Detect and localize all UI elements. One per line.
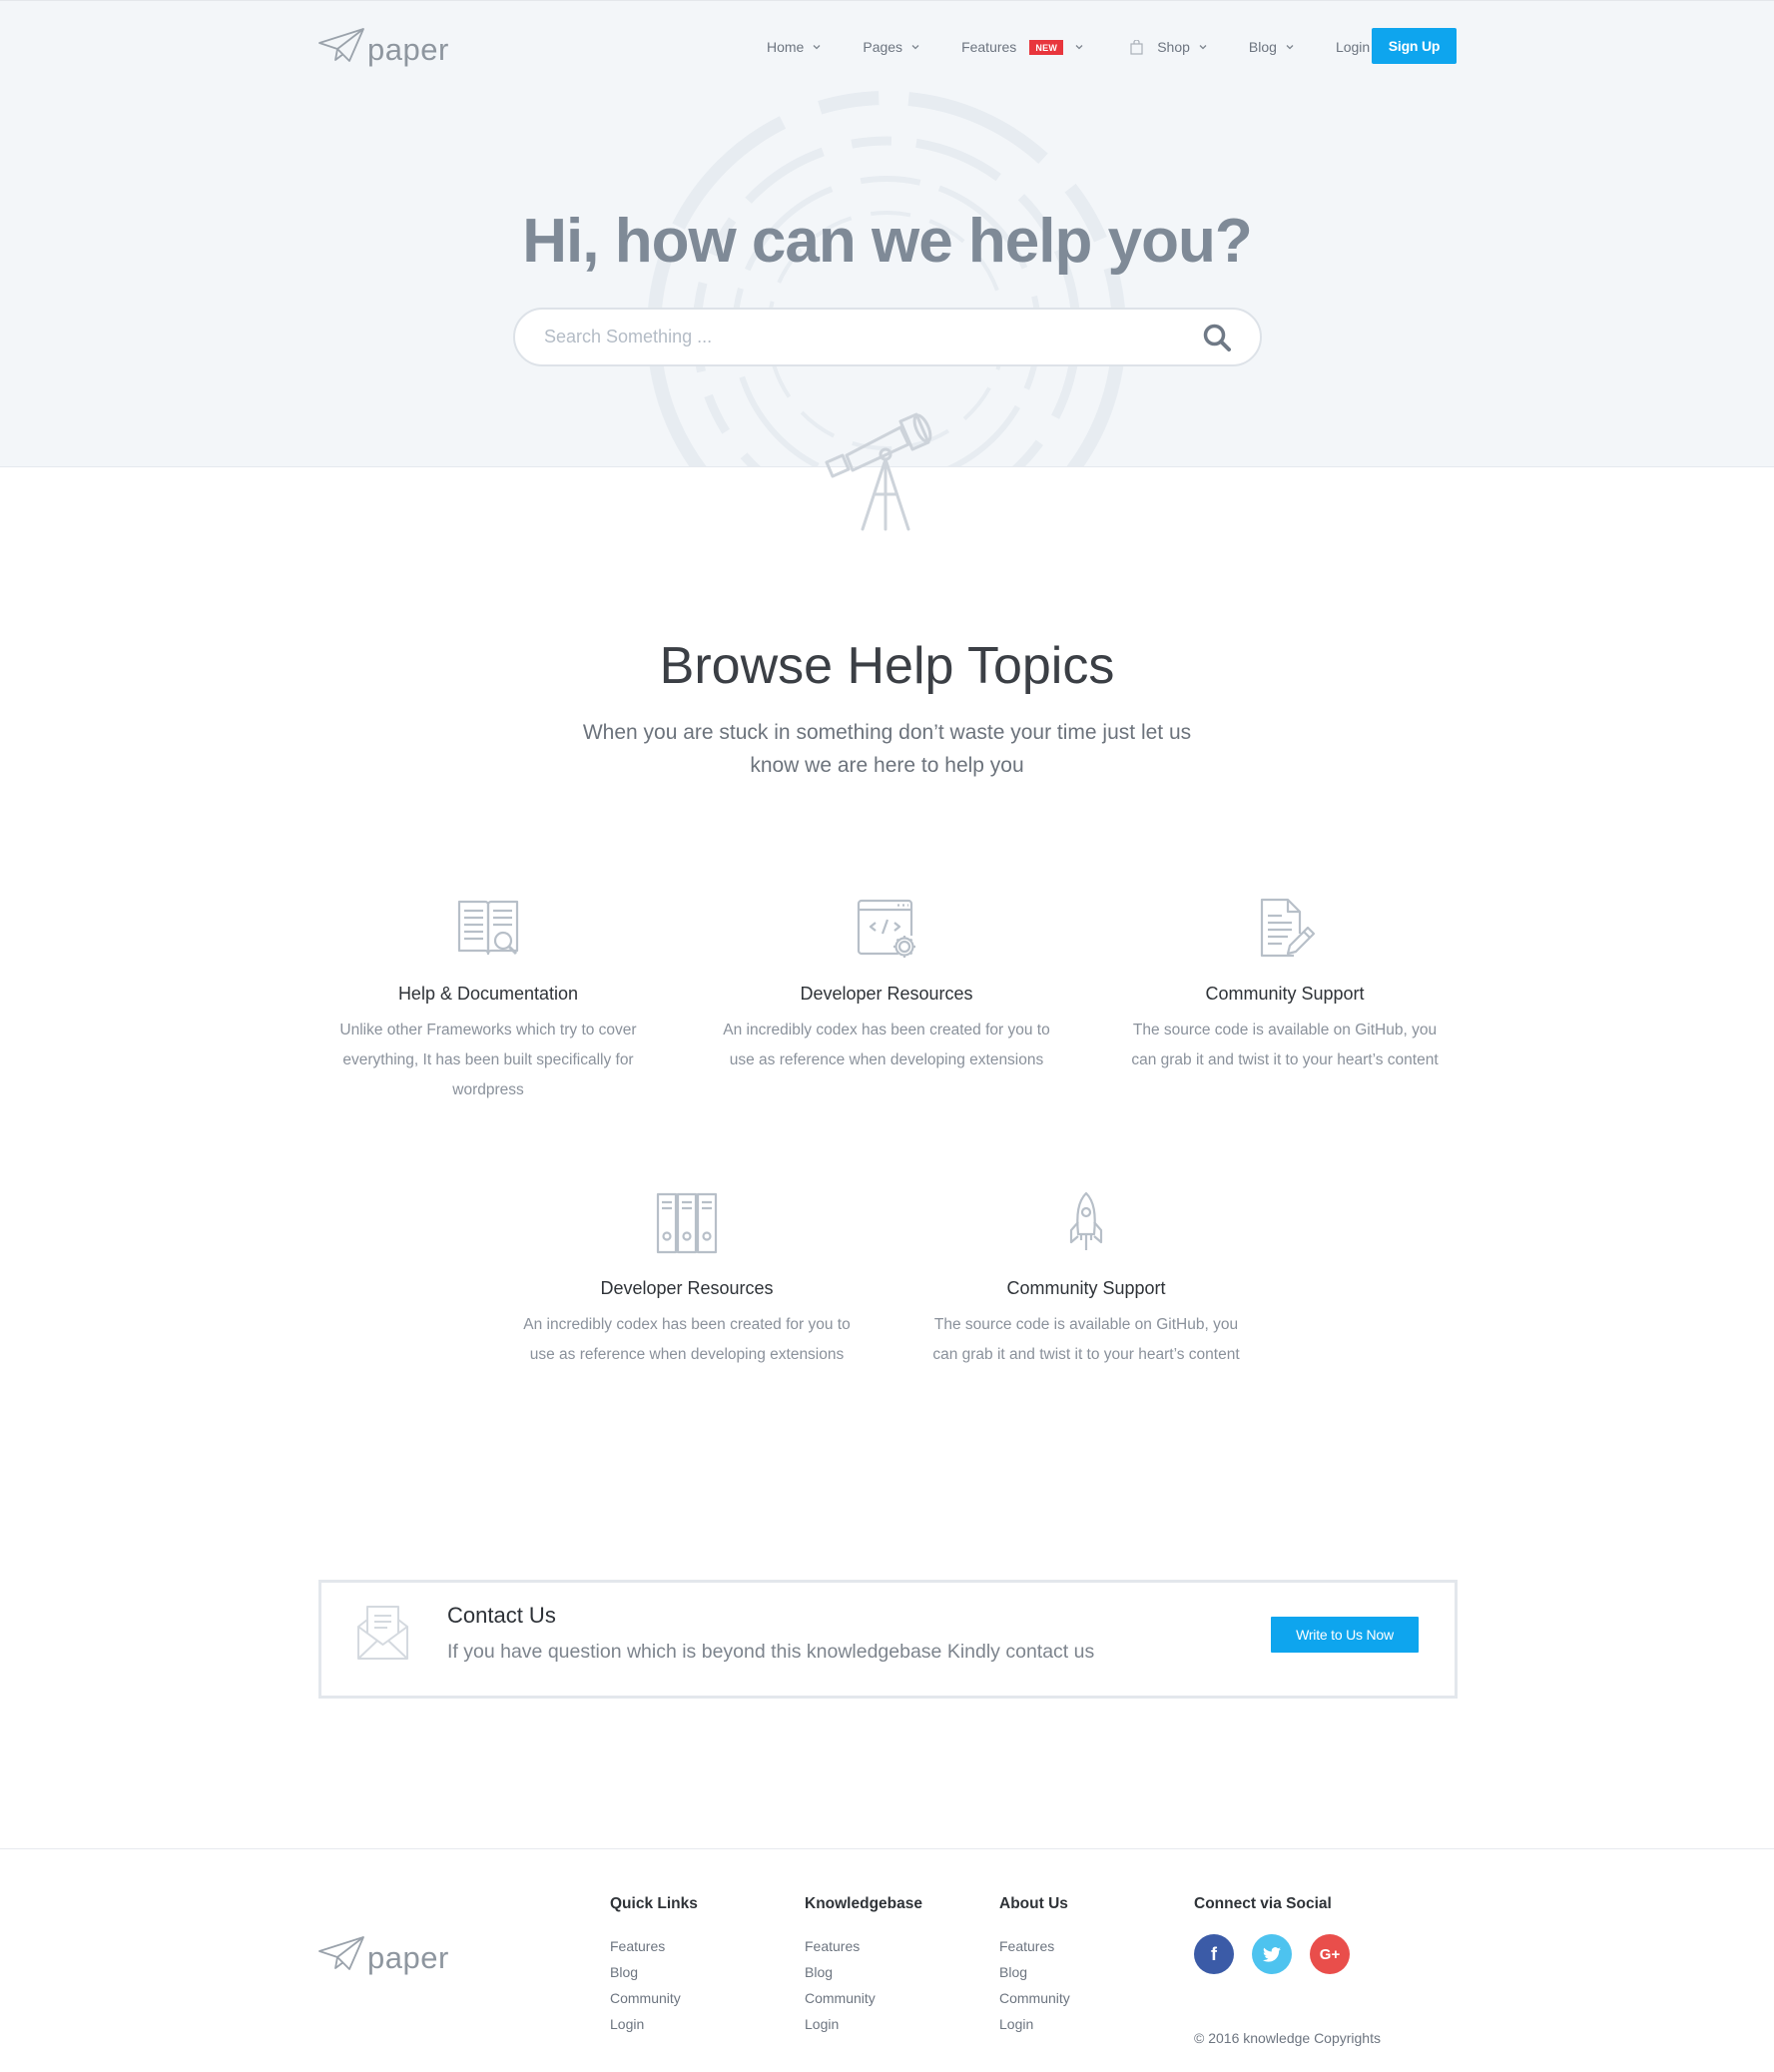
- footer-link[interactable]: Blog: [805, 1959, 922, 1985]
- topic-desc: The source code is available on GitHub, …: [932, 1316, 1240, 1363]
- footer-link[interactable]: Login: [805, 2011, 922, 2037]
- search-icon[interactable]: [1202, 323, 1232, 352]
- footer-col-social: Connect via Social f G+: [1194, 1895, 1350, 1974]
- copyright: © 2016 knowledge Copyrights: [1194, 2030, 1381, 2046]
- nav-shop-label: Shop: [1157, 39, 1190, 55]
- topic-desc: An incredibly codex has been created for…: [723, 1022, 1050, 1068]
- social-links: f G+: [1194, 1934, 1350, 1974]
- footer-link[interactable]: Login: [999, 2011, 1070, 2037]
- nav-blog[interactable]: Blog: [1249, 39, 1294, 55]
- nav-home-label: Home: [767, 39, 805, 55]
- google-plus-icon[interactable]: G+: [1310, 1934, 1350, 1974]
- topic-card-community-support-2[interactable]: Community Support The source code is ava…: [921, 1190, 1251, 1370]
- binders-icon: [656, 1192, 718, 1254]
- nav-pages[interactable]: Pages: [863, 39, 919, 55]
- contact-desc: If you have question which is beyond thi…: [447, 1641, 1095, 1663]
- topic-title: Help & Documentation: [397, 984, 579, 1004]
- nav-login[interactable]: Login: [1336, 39, 1370, 55]
- search-box: [513, 308, 1262, 366]
- footer-col-title: Knowledgebase: [805, 1895, 922, 1912]
- footer-link[interactable]: Features: [610, 1933, 698, 1959]
- footer-col-title: About Us: [999, 1895, 1068, 1912]
- contact-box: Contact Us If you have question which is…: [318, 1580, 1458, 1699]
- sign-up-button[interactable]: Sign Up: [1372, 28, 1457, 64]
- nav-blog-label: Blog: [1248, 39, 1277, 55]
- new-badge: NEW: [1029, 39, 1064, 55]
- chevron-down-icon: [813, 45, 821, 50]
- browse-subtitle: When you are stuck in something don’t wa…: [582, 721, 1192, 777]
- nav-features-label: Features: [961, 39, 1017, 55]
- footer-link[interactable]: Community: [805, 1985, 922, 2011]
- main-nav: Home Pages Features NEW Shop Blog Login: [767, 29, 1370, 65]
- telescope-icon: [825, 412, 932, 531]
- footer-logo[interactable]: paper: [317, 1935, 449, 1973]
- footer-link[interactable]: Community: [610, 1985, 698, 2011]
- envelope-letter-icon: [357, 1606, 408, 1660]
- topic-card-developer-resources-2[interactable]: Developer Resources An incredibly codex …: [522, 1190, 852, 1370]
- footer-link[interactable]: Blog: [610, 1959, 698, 1985]
- topic-title: Community Support: [1006, 1278, 1166, 1298]
- topic-desc: An incredibly codex has been created for…: [523, 1316, 851, 1363]
- hero-section: paper Home Pages Features NEW Shop Blog …: [0, 0, 1774, 467]
- topic-title: Developer Resources: [800, 984, 973, 1004]
- footer-link[interactable]: Community: [999, 1985, 1070, 2011]
- topic-title: Developer Resources: [600, 1278, 774, 1298]
- rocket-icon: [1069, 1191, 1103, 1250]
- chevron-down-icon: [1286, 45, 1294, 50]
- footer-col-title: Quick Links: [610, 1895, 698, 1912]
- browse-title: Browse Help Topics: [659, 637, 1115, 695]
- chevron-down-icon: [1075, 45, 1083, 50]
- footer-col-quick-links: Quick Links Features Blog Community Logi…: [610, 1895, 698, 2037]
- topic-desc: Unlike other Frameworks which try to cov…: [339, 1022, 637, 1098]
- chevron-down-icon: [911, 45, 919, 50]
- document-pen-icon: [1260, 898, 1316, 958]
- paper-plane-icon: [318, 1936, 364, 1970]
- footer-col-knowledgebase: Knowledgebase Features Blog Community Lo…: [805, 1895, 922, 2037]
- shopping-bag-icon: [1130, 39, 1143, 55]
- brand-name: paper: [367, 1940, 449, 1975]
- footer-link[interactable]: Blog: [999, 1959, 1070, 1985]
- twitter-icon[interactable]: [1252, 1934, 1292, 1974]
- contact-title: Contact Us: [447, 1603, 556, 1628]
- footer: paper Quick Links Features Blog Communit…: [0, 1848, 1774, 2072]
- search-input[interactable]: [544, 327, 1202, 347]
- nav-pages-label: Pages: [863, 39, 903, 55]
- footer-col-about-us: About Us Features Blog Community Login: [999, 1895, 1070, 2037]
- chevron-down-icon: [1199, 45, 1207, 50]
- paper-plane-icon: [318, 28, 364, 62]
- brand-name: paper: [367, 32, 449, 67]
- topic-card-developer-resources[interactable]: Developer Resources An incredibly codex …: [722, 896, 1051, 1075]
- topic-title: Community Support: [1205, 984, 1365, 1004]
- footer-link[interactable]: Features: [999, 1933, 1070, 1959]
- topic-desc: The source code is available on GitHub, …: [1131, 1022, 1439, 1068]
- footer-link[interactable]: Features: [805, 1933, 922, 1959]
- topic-card-community-support[interactable]: Community Support The source code is ava…: [1120, 896, 1450, 1075]
- hero-title: Hi, how can we help you?: [522, 207, 1252, 276]
- facebook-icon[interactable]: f: [1194, 1934, 1234, 1974]
- book-search-icon: [457, 900, 519, 956]
- nav-shop[interactable]: Shop: [1130, 39, 1207, 55]
- write-to-us-button[interactable]: Write to Us Now: [1271, 1617, 1419, 1653]
- footer-link[interactable]: Login: [610, 2011, 698, 2037]
- twitter-bird-icon: [1263, 1946, 1281, 1962]
- nav-features[interactable]: Features NEW: [961, 39, 1083, 55]
- topic-card-help-documentation[interactable]: Help & Documentation Unlike other Framew…: [323, 896, 653, 1105]
- nav-home[interactable]: Home: [767, 39, 821, 55]
- code-window-gear-icon: [857, 899, 915, 958]
- header-logo[interactable]: paper: [317, 27, 449, 65]
- footer-col-title: Connect via Social: [1194, 1895, 1332, 1912]
